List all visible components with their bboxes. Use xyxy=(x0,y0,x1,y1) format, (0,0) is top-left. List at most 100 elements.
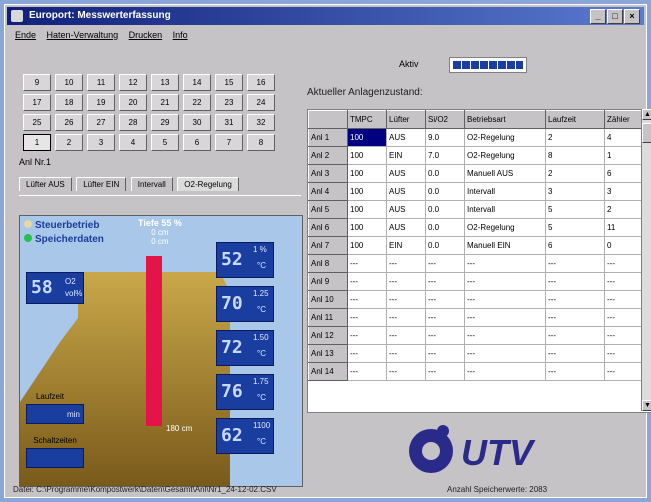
table-cell[interactable]: 5 xyxy=(545,200,605,219)
title-bar[interactable]: Europort: Messwerterfassung _ □ × xyxy=(7,7,644,25)
table-cell[interactable]: --- xyxy=(545,362,605,381)
plant-select-button[interactable]: 4 xyxy=(119,134,147,151)
table-cell[interactable]: --- xyxy=(386,344,426,363)
row-header[interactable]: Anl 7 xyxy=(308,236,348,255)
app-icon[interactable] xyxy=(11,10,23,22)
row-header[interactable]: Anl 9 xyxy=(308,272,348,291)
plant-select-button[interactable]: 20 xyxy=(119,94,147,111)
maximize-button[interactable]: □ xyxy=(607,9,623,24)
column-header[interactable]: Betriebsart xyxy=(464,110,546,129)
table-cell[interactable]: 0.0 xyxy=(425,236,465,255)
table-cell[interactable]: Manuell EIN xyxy=(464,236,546,255)
plant-select-button[interactable]: 29 xyxy=(151,114,179,131)
column-header[interactable]: TMPC xyxy=(347,110,387,129)
menu-ende[interactable]: Ende xyxy=(15,30,36,40)
table-cell[interactable]: AUS xyxy=(386,128,426,147)
table-cell[interactable]: --- xyxy=(347,254,387,273)
table-cell[interactable]: 100 xyxy=(347,236,387,255)
table-cell[interactable]: --- xyxy=(545,344,605,363)
table-cell[interactable]: 100 xyxy=(347,182,387,201)
plant-select-button[interactable]: 1 xyxy=(23,134,51,151)
table-cell[interactable]: --- xyxy=(425,290,465,309)
row-header[interactable]: Anl 13 xyxy=(308,344,348,363)
plant-select-button[interactable]: 7 xyxy=(215,134,243,151)
row-header[interactable]: Anl 4 xyxy=(308,182,348,201)
row-header[interactable]: Anl 14 xyxy=(308,362,348,381)
table-cell[interactable]: Manuell AUS xyxy=(464,164,546,183)
row-header[interactable]: Anl 11 xyxy=(308,308,348,327)
table-cell[interactable]: EIN xyxy=(386,236,426,255)
row-header[interactable]: Anl 10 xyxy=(308,290,348,309)
table-cell[interactable]: 6 xyxy=(545,236,605,255)
table-cell[interactable]: --- xyxy=(464,290,546,309)
table-row[interactable]: Anl 3 100 AUS 0.0 Manuell AUS 2 6 xyxy=(308,164,650,183)
table-cell[interactable]: 100 xyxy=(347,164,387,183)
table-cell[interactable]: Intervall xyxy=(464,182,546,201)
table-cell[interactable]: --- xyxy=(545,290,605,309)
table-cell[interactable]: 0.0 xyxy=(425,182,465,201)
table-row[interactable]: Anl 10 --- --- --- --- --- --- xyxy=(308,290,650,309)
table-cell[interactable]: --- xyxy=(545,272,605,291)
table-cell[interactable]: --- xyxy=(425,326,465,345)
table-cell[interactable]: --- xyxy=(386,362,426,381)
plant-select-button[interactable]: 13 xyxy=(151,74,179,91)
table-cell[interactable]: --- xyxy=(425,254,465,273)
table-cell[interactable]: --- xyxy=(347,290,387,309)
table-cell[interactable]: --- xyxy=(425,344,465,363)
plant-select-button[interactable]: 17 xyxy=(23,94,51,111)
table-cell[interactable]: --- xyxy=(464,308,546,327)
plant-select-button[interactable]: 14 xyxy=(183,74,211,91)
scroll-down-icon[interactable]: ▼ xyxy=(642,400,651,411)
table-cell[interactable]: --- xyxy=(347,362,387,381)
table-cell[interactable]: 0.0 xyxy=(425,218,465,237)
table-cell[interactable]: --- xyxy=(545,326,605,345)
table-cell[interactable]: 100 xyxy=(347,128,387,147)
plant-select-button[interactable]: 26 xyxy=(55,114,83,131)
plant-select-button[interactable]: 15 xyxy=(215,74,243,91)
plant-select-button[interactable]: 27 xyxy=(87,114,115,131)
table-cell[interactable]: O2-Regelung xyxy=(464,146,546,165)
plant-select-button[interactable]: 9 xyxy=(23,74,51,91)
table-cell[interactable]: --- xyxy=(425,308,465,327)
tab-intervall[interactable]: Intervall xyxy=(130,177,173,191)
row-header[interactable]: Anl 12 xyxy=(308,326,348,345)
column-header[interactable]: Laufzeit xyxy=(545,110,605,129)
table-cell[interactable]: AUS xyxy=(386,218,426,237)
tab-luefter-ein[interactable]: Lüfter EIN xyxy=(76,177,127,191)
table-cell[interactable]: 2 xyxy=(545,164,605,183)
table-cell[interactable]: 100 xyxy=(347,218,387,237)
plant-select-button[interactable]: 25 xyxy=(23,114,51,131)
plant-select-button[interactable]: 8 xyxy=(247,134,275,151)
table-cell[interactable]: 5 xyxy=(545,218,605,237)
table-cell[interactable]: --- xyxy=(545,254,605,273)
table-cell[interactable]: 100 xyxy=(347,200,387,219)
table-cell[interactable]: --- xyxy=(386,308,426,327)
plant-select-button[interactable]: 28 xyxy=(119,114,147,131)
plant-select-button[interactable]: 23 xyxy=(215,94,243,111)
table-row[interactable]: Anl 13 --- --- --- --- --- --- xyxy=(308,344,650,363)
table-row[interactable]: Anl 8 --- --- --- --- --- --- xyxy=(308,254,650,273)
row-header[interactable]: Anl 8 xyxy=(308,254,348,273)
plant-select-button[interactable]: 22 xyxy=(183,94,211,111)
table-cell[interactable]: AUS xyxy=(386,182,426,201)
table-row[interactable]: Anl 5 100 AUS 0.0 Intervall 5 2 xyxy=(308,200,650,219)
menu-daten-verwaltung[interactable]: Haten-Verwaltung xyxy=(47,30,119,40)
plant-select-button[interactable]: 3 xyxy=(87,134,115,151)
table-cell[interactable]: 9.0 xyxy=(425,128,465,147)
plant-select-button[interactable]: 10 xyxy=(55,74,83,91)
table-cell[interactable]: --- xyxy=(464,254,546,273)
plant-select-button[interactable]: 2 xyxy=(55,134,83,151)
column-header[interactable]: Si/O2 xyxy=(425,110,465,129)
plant-select-button[interactable]: 11 xyxy=(87,74,115,91)
table-row[interactable]: Anl 14 --- --- --- --- --- --- xyxy=(308,362,650,381)
menu-info[interactable]: Info xyxy=(173,30,188,40)
plant-select-button[interactable]: 21 xyxy=(151,94,179,111)
table-row[interactable]: Anl 9 --- --- --- --- --- --- xyxy=(308,272,650,291)
minimize-button[interactable]: _ xyxy=(590,9,606,24)
menu-drucken[interactable]: Drucken xyxy=(129,30,163,40)
column-header[interactable]: Lüfter xyxy=(386,110,426,129)
table-row[interactable]: Anl 2 100 EIN 7.0 O2-Regelung 8 1 xyxy=(308,146,650,165)
table-scrollbar[interactable]: ▲ ▼ xyxy=(641,109,651,411)
table-cell[interactable]: --- xyxy=(425,272,465,291)
row-header[interactable]: Anl 3 xyxy=(308,164,348,183)
